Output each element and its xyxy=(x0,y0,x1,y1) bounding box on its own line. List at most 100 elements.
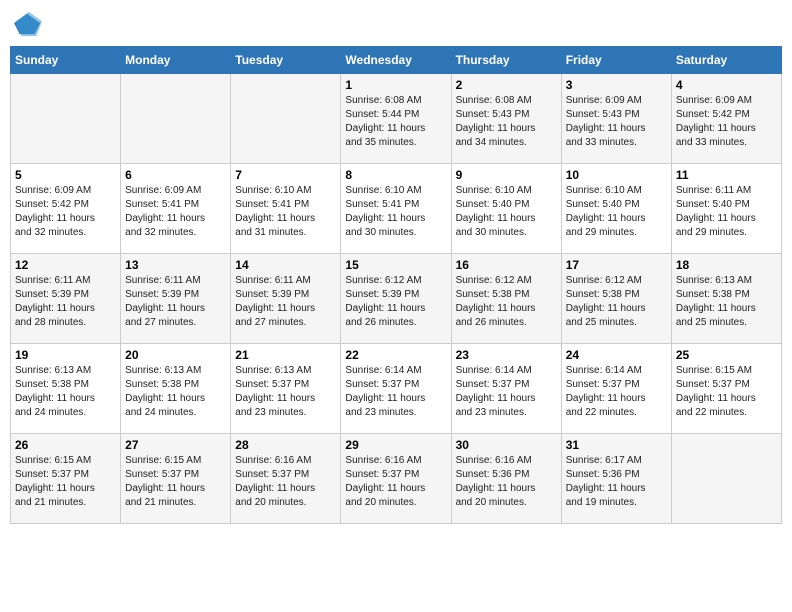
day-info: Sunrise: 6:12 AM Sunset: 5:38 PM Dayligh… xyxy=(566,274,667,330)
day-info: Sunrise: 6:09 AM Sunset: 5:42 PM Dayligh… xyxy=(676,94,777,150)
calendar-cell: 31 Sunrise: 6:17 AM Sunset: 5:36 PM Dayli… xyxy=(561,434,671,524)
calendar-cell: 30 Sunrise: 6:16 AM Sunset: 5:36 PM Dayli… xyxy=(451,434,561,524)
calendar-cell: 8 Sunrise: 6:10 AM Sunset: 5:41 PM Daylig… xyxy=(341,164,451,254)
day-number: 16 xyxy=(456,258,557,272)
day-number: 23 xyxy=(456,348,557,362)
day-number: 7 xyxy=(235,168,336,182)
day-number: 3 xyxy=(566,78,667,92)
calendar-cell: 22Sunrise: 6:14 AM Sunset: 5:37 PM Dayli… xyxy=(341,344,451,434)
days-of-week-row: SundayMondayTuesdayWednesdayThursdayFrid… xyxy=(11,47,782,74)
page-header xyxy=(10,10,782,38)
day-number: 24 xyxy=(566,348,667,362)
day-info: Sunrise: 6:10 AM Sunset: 5:40 PM Dayligh… xyxy=(566,184,667,240)
day-number: 20 xyxy=(125,348,226,362)
calendar-cell: 17 Sunrise: 6:12 AM Sunset: 5:38 PM Dayli… xyxy=(561,254,671,344)
day-info: Sunrise: 6:11 AM Sunset: 5:39 PM Dayligh… xyxy=(125,274,226,330)
calendar-cell: 23 Sunrise: 6:14 AM Sunset: 5:37 PM Dayli… xyxy=(451,344,561,434)
calendar-cell: 6 Sunrise: 6:09 AM Sunset: 5:41 PM Daylig… xyxy=(121,164,231,254)
calendar-cell: 14 Sunrise: 6:11 AM Sunset: 5:39 PM Dayli… xyxy=(231,254,341,344)
logo xyxy=(14,10,46,38)
day-info: Sunrise: 6:10 AM Sunset: 5:40 PM Dayligh… xyxy=(456,184,557,240)
day-number: 29 xyxy=(345,438,446,452)
day-number: 30 xyxy=(456,438,557,452)
day-number: 10 xyxy=(566,168,667,182)
day-number: 15 xyxy=(345,258,446,272)
day-info: Sunrise: 6:16 AM Sunset: 5:37 PM Dayligh… xyxy=(345,454,446,510)
day-info: Sunrise: 6:16 AM Sunset: 5:37 PM Dayligh… xyxy=(235,454,336,510)
day-info: Sunrise: 6:15 AM Sunset: 5:37 PM Dayligh… xyxy=(15,454,116,510)
calendar-cell: 18Sunrise: 6:13 AM Sunset: 5:38 PM Dayli… xyxy=(671,254,781,344)
day-info: Sunrise: 6:08 AM Sunset: 5:43 PM Dayligh… xyxy=(456,94,557,150)
day-number: 5 xyxy=(15,168,116,182)
calendar-cell: 13 Sunrise: 6:11 AM Sunset: 5:39 PM Dayli… xyxy=(121,254,231,344)
day-number: 14 xyxy=(235,258,336,272)
day-info: Sunrise: 6:12 AM Sunset: 5:39 PM Dayligh… xyxy=(345,274,446,330)
day-info: Sunrise: 6:11 AM Sunset: 5:39 PM Dayligh… xyxy=(235,274,336,330)
calendar-cell: 28 Sunrise: 6:16 AM Sunset: 5:37 PM Dayli… xyxy=(231,434,341,524)
day-info: Sunrise: 6:08 AM Sunset: 5:44 PM Dayligh… xyxy=(345,94,446,150)
day-info: Sunrise: 6:09 AM Sunset: 5:43 PM Dayligh… xyxy=(566,94,667,150)
day-info: Sunrise: 6:13 AM Sunset: 5:38 PM Dayligh… xyxy=(15,364,116,420)
calendar-cell: 11Sunrise: 6:11 AM Sunset: 5:40 PM Dayli… xyxy=(671,164,781,254)
day-number: 25 xyxy=(676,348,777,362)
day-number: 11 xyxy=(676,168,777,182)
calendar-cell: 26 Sunrise: 6:15 AM Sunset: 5:37 PM Dayli… xyxy=(11,434,121,524)
calendar-cell: 20 Sunrise: 6:13 AM Sunset: 5:38 PM Dayli… xyxy=(121,344,231,434)
day-of-week-wednesday: Wednesday xyxy=(341,47,451,74)
calendar-cell xyxy=(671,434,781,524)
logo-icon xyxy=(14,10,42,38)
calendar-body: 1 Sunrise: 6:08 AM Sunset: 5:44 PM Daylig… xyxy=(11,74,782,524)
day-number: 19 xyxy=(15,348,116,362)
day-info: Sunrise: 6:17 AM Sunset: 5:36 PM Dayligh… xyxy=(566,454,667,510)
calendar-table: SundayMondayTuesdayWednesdayThursdayFrid… xyxy=(10,46,782,524)
day-number: 13 xyxy=(125,258,226,272)
calendar-cell xyxy=(121,74,231,164)
calendar-cell: 24 Sunrise: 6:14 AM Sunset: 5:37 PM Dayli… xyxy=(561,344,671,434)
day-number: 21 xyxy=(235,348,336,362)
day-number: 8 xyxy=(345,168,446,182)
day-number: 18 xyxy=(676,258,777,272)
day-of-week-sunday: Sunday xyxy=(11,47,121,74)
day-of-week-thursday: Thursday xyxy=(451,47,561,74)
day-number: 2 xyxy=(456,78,557,92)
calendar-cell xyxy=(231,74,341,164)
day-number: 6 xyxy=(125,168,226,182)
calendar-cell: 12 Sunrise: 6:11 AM Sunset: 5:39 PM Dayli… xyxy=(11,254,121,344)
day-of-week-tuesday: Tuesday xyxy=(231,47,341,74)
day-info: Sunrise: 6:12 AM Sunset: 5:38 PM Dayligh… xyxy=(456,274,557,330)
calendar-cell: 21 Sunrise: 6:13 AM Sunset: 5:37 PM Dayli… xyxy=(231,344,341,434)
day-info: Sunrise: 6:09 AM Sunset: 5:41 PM Dayligh… xyxy=(125,184,226,240)
day-info: Sunrise: 6:09 AM Sunset: 5:42 PM Dayligh… xyxy=(15,184,116,240)
day-info: Sunrise: 6:14 AM Sunset: 5:37 PM Dayligh… xyxy=(566,364,667,420)
calendar-week-4: 19 Sunrise: 6:13 AM Sunset: 5:38 PM Dayli… xyxy=(11,344,782,434)
calendar-cell: 15 Sunrise: 6:12 AM Sunset: 5:39 PM Dayli… xyxy=(341,254,451,344)
day-number: 31 xyxy=(566,438,667,452)
day-number: 12 xyxy=(15,258,116,272)
day-info: Sunrise: 6:13 AM Sunset: 5:37 PM Dayligh… xyxy=(235,364,336,420)
calendar-cell: 25 Sunrise: 6:15 AM Sunset: 5:37 PM Dayli… xyxy=(671,344,781,434)
day-number: 1 xyxy=(345,78,446,92)
day-info: Sunrise: 6:10 AM Sunset: 5:41 PM Dayligh… xyxy=(345,184,446,240)
day-of-week-monday: Monday xyxy=(121,47,231,74)
calendar-cell xyxy=(11,74,121,164)
day-number: 27 xyxy=(125,438,226,452)
day-info: Sunrise: 6:11 AM Sunset: 5:39 PM Dayligh… xyxy=(15,274,116,330)
day-of-week-friday: Friday xyxy=(561,47,671,74)
day-number: 28 xyxy=(235,438,336,452)
day-number: 9 xyxy=(456,168,557,182)
calendar-header: SundayMondayTuesdayWednesdayThursdayFrid… xyxy=(11,47,782,74)
day-info: Sunrise: 6:14 AM Sunset: 5:37 PM Dayligh… xyxy=(456,364,557,420)
day-number: 26 xyxy=(15,438,116,452)
day-info: Sunrise: 6:16 AM Sunset: 5:36 PM Dayligh… xyxy=(456,454,557,510)
day-info: Sunrise: 6:15 AM Sunset: 5:37 PM Dayligh… xyxy=(676,364,777,420)
calendar-cell: 16 Sunrise: 6:12 AM Sunset: 5:38 PM Dayli… xyxy=(451,254,561,344)
calendar-cell: 7Sunrise: 6:10 AM Sunset: 5:41 PM Daylig… xyxy=(231,164,341,254)
day-info: Sunrise: 6:13 AM Sunset: 5:38 PM Dayligh… xyxy=(125,364,226,420)
day-number: 17 xyxy=(566,258,667,272)
day-number: 4 xyxy=(676,78,777,92)
calendar-cell: 29 Sunrise: 6:16 AM Sunset: 5:37 PM Dayli… xyxy=(341,434,451,524)
day-of-week-saturday: Saturday xyxy=(671,47,781,74)
calendar-cell: 5 Sunrise: 6:09 AM Sunset: 5:42 PM Daylig… xyxy=(11,164,121,254)
calendar-cell: 4 Sunrise: 6:09 AM Sunset: 5:42 PM Daylig… xyxy=(671,74,781,164)
calendar-cell: 10 Sunrise: 6:10 AM Sunset: 5:40 PM Dayli… xyxy=(561,164,671,254)
